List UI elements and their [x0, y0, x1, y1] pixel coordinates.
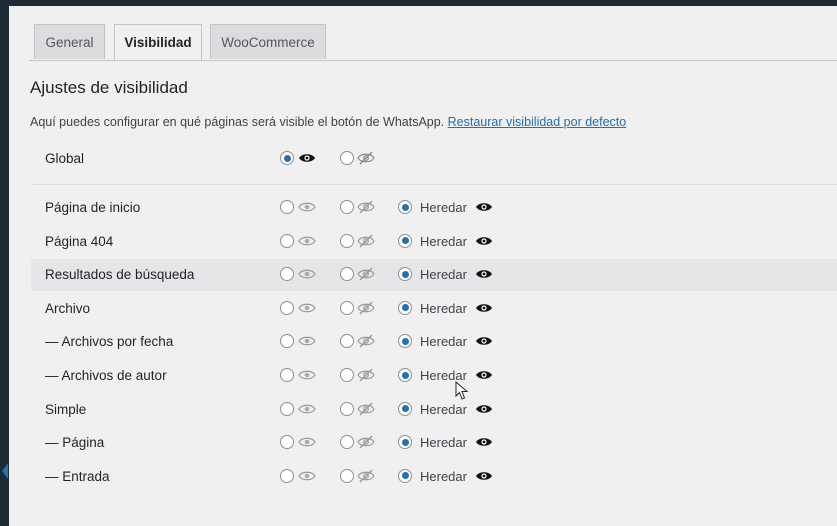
hide-radio[interactable]: [340, 300, 354, 315]
visibility-row: — Archivos por fecha Heredar: [31, 326, 837, 358]
eye-icon: [298, 303, 316, 313]
section-title: Ajustes de visibilidad: [30, 78, 188, 97]
visibility-row: Archivo Heredar: [31, 293, 837, 325]
row-label: Global: [45, 151, 85, 166]
inherit-label: Heredar: [420, 468, 467, 484]
eye-icon: [298, 202, 316, 212]
eye-icon: [476, 270, 492, 278]
row-label: — Página: [45, 435, 105, 451]
restore-visibility-link[interactable]: Restaurar visibilidad por defecto: [448, 115, 627, 129]
visibility-row: Resultados de búsqueda Heredar: [31, 259, 837, 292]
eye-slash-icon: [357, 151, 375, 165]
show-radio[interactable]: [280, 233, 294, 248]
show-radio[interactable]: [280, 368, 294, 382]
row-label: Página 404: [45, 233, 114, 249]
tab-bar: General Visibilidad WooCommerce: [29, 24, 837, 61]
eye-icon: [298, 437, 316, 447]
inherit-radio[interactable]: [398, 435, 412, 450]
hide-radio[interactable]: [340, 233, 354, 248]
inherit-label: Heredar: [420, 401, 467, 417]
inherit-label: Heredar: [420, 300, 467, 316]
global-hide-radio[interactable]: [340, 151, 354, 165]
show-radio[interactable]: [280, 267, 294, 282]
inherit-radio[interactable]: [398, 334, 412, 349]
mouse-cursor-icon: [455, 381, 469, 400]
eye-slash-icon: [357, 234, 375, 248]
inherit-radio[interactable]: [398, 200, 412, 214]
hide-radio[interactable]: [340, 200, 354, 214]
hide-radio[interactable]: [340, 267, 354, 282]
visibility-row: Simple Heredar: [31, 394, 837, 426]
eye-slash-icon: [357, 402, 375, 416]
row-label: — Archivos de autor: [45, 368, 167, 383]
hide-radio[interactable]: [340, 468, 354, 483]
section-description: Aquí puedes configurar en qué páginas se…: [30, 115, 626, 129]
eye-slash-icon: [357, 334, 375, 348]
eye-icon: [298, 471, 316, 481]
show-radio[interactable]: [280, 334, 294, 349]
divider: [31, 184, 837, 185]
tab-woocommerce[interactable]: WooCommerce: [210, 24, 326, 59]
row-label: — Archivos por fecha: [45, 334, 174, 350]
eye-slash-icon: [357, 368, 375, 382]
inherit-label: Heredar: [420, 334, 467, 350]
row-label: Página de inicio: [45, 200, 141, 215]
eye-icon: [298, 236, 316, 245]
tab-visibilidad[interactable]: Visibilidad: [114, 24, 202, 60]
eye-icon: [476, 371, 492, 379]
inherit-label: Heredar: [420, 233, 467, 249]
global-show-radio[interactable]: [280, 151, 294, 165]
show-radio[interactable]: [280, 401, 294, 416]
inherit-label: Heredar: [420, 435, 467, 451]
eye-slash-icon: [357, 469, 375, 483]
show-radio[interactable]: [280, 435, 294, 450]
inherit-radio[interactable]: [398, 300, 412, 315]
row-label: — Entrada: [45, 468, 110, 484]
eye-icon: [298, 269, 316, 279]
eye-slash-icon: [357, 267, 375, 281]
visibility-row: — Entrada Heredar: [31, 461, 837, 493]
eye-icon: [298, 337, 316, 346]
row-label: Resultados de búsqueda: [45, 267, 195, 283]
tab-general[interactable]: General: [34, 24, 105, 59]
eye-icon: [476, 304, 492, 312]
eye-slash-icon: [357, 301, 375, 315]
eye-icon: [476, 203, 492, 211]
description-text: Aquí puedes configurar en qué páginas se…: [30, 115, 445, 129]
show-radio[interactable]: [280, 300, 294, 315]
hide-radio[interactable]: [340, 435, 354, 450]
visibility-row: — Archivos de autor Heredar: [31, 360, 837, 392]
row-label: Archivo: [45, 300, 91, 316]
collapse-arrow-icon[interactable]: [0, 455, 9, 487]
inherit-label: Heredar: [420, 267, 467, 283]
visibility-row: Página de inicio Heredar: [31, 192, 837, 224]
eye-icon: [476, 236, 492, 245]
inherit-radio[interactable]: [398, 468, 412, 483]
eye-icon: [476, 337, 492, 346]
global-row: Global: [31, 143, 837, 175]
inherit-radio[interactable]: [398, 401, 412, 416]
eye-icon: [299, 154, 315, 162]
show-radio[interactable]: [280, 200, 294, 214]
hide-radio[interactable]: [340, 334, 354, 349]
show-radio[interactable]: [280, 468, 294, 483]
row-label: Simple: [45, 401, 87, 417]
settings-panel: General Visibilidad WooCommerce Ajustes …: [9, 6, 837, 526]
inherit-radio[interactable]: [398, 267, 412, 282]
eye-icon: [298, 370, 316, 380]
visibility-row: — Página Heredar: [31, 427, 837, 459]
eye-icon: [476, 438, 492, 446]
eye-icon: [298, 404, 316, 413]
inherit-label: Heredar: [420, 200, 467, 215]
eye-icon: [476, 472, 492, 480]
eye-slash-icon: [357, 200, 375, 214]
visibility-row: Página 404 Heredar: [31, 226, 837, 258]
hide-radio[interactable]: [340, 368, 354, 382]
hide-radio[interactable]: [340, 401, 354, 416]
inherit-radio[interactable]: [398, 233, 412, 248]
eye-slash-icon: [357, 435, 375, 449]
eye-icon: [476, 404, 492, 413]
inherit-radio[interactable]: [398, 368, 412, 382]
